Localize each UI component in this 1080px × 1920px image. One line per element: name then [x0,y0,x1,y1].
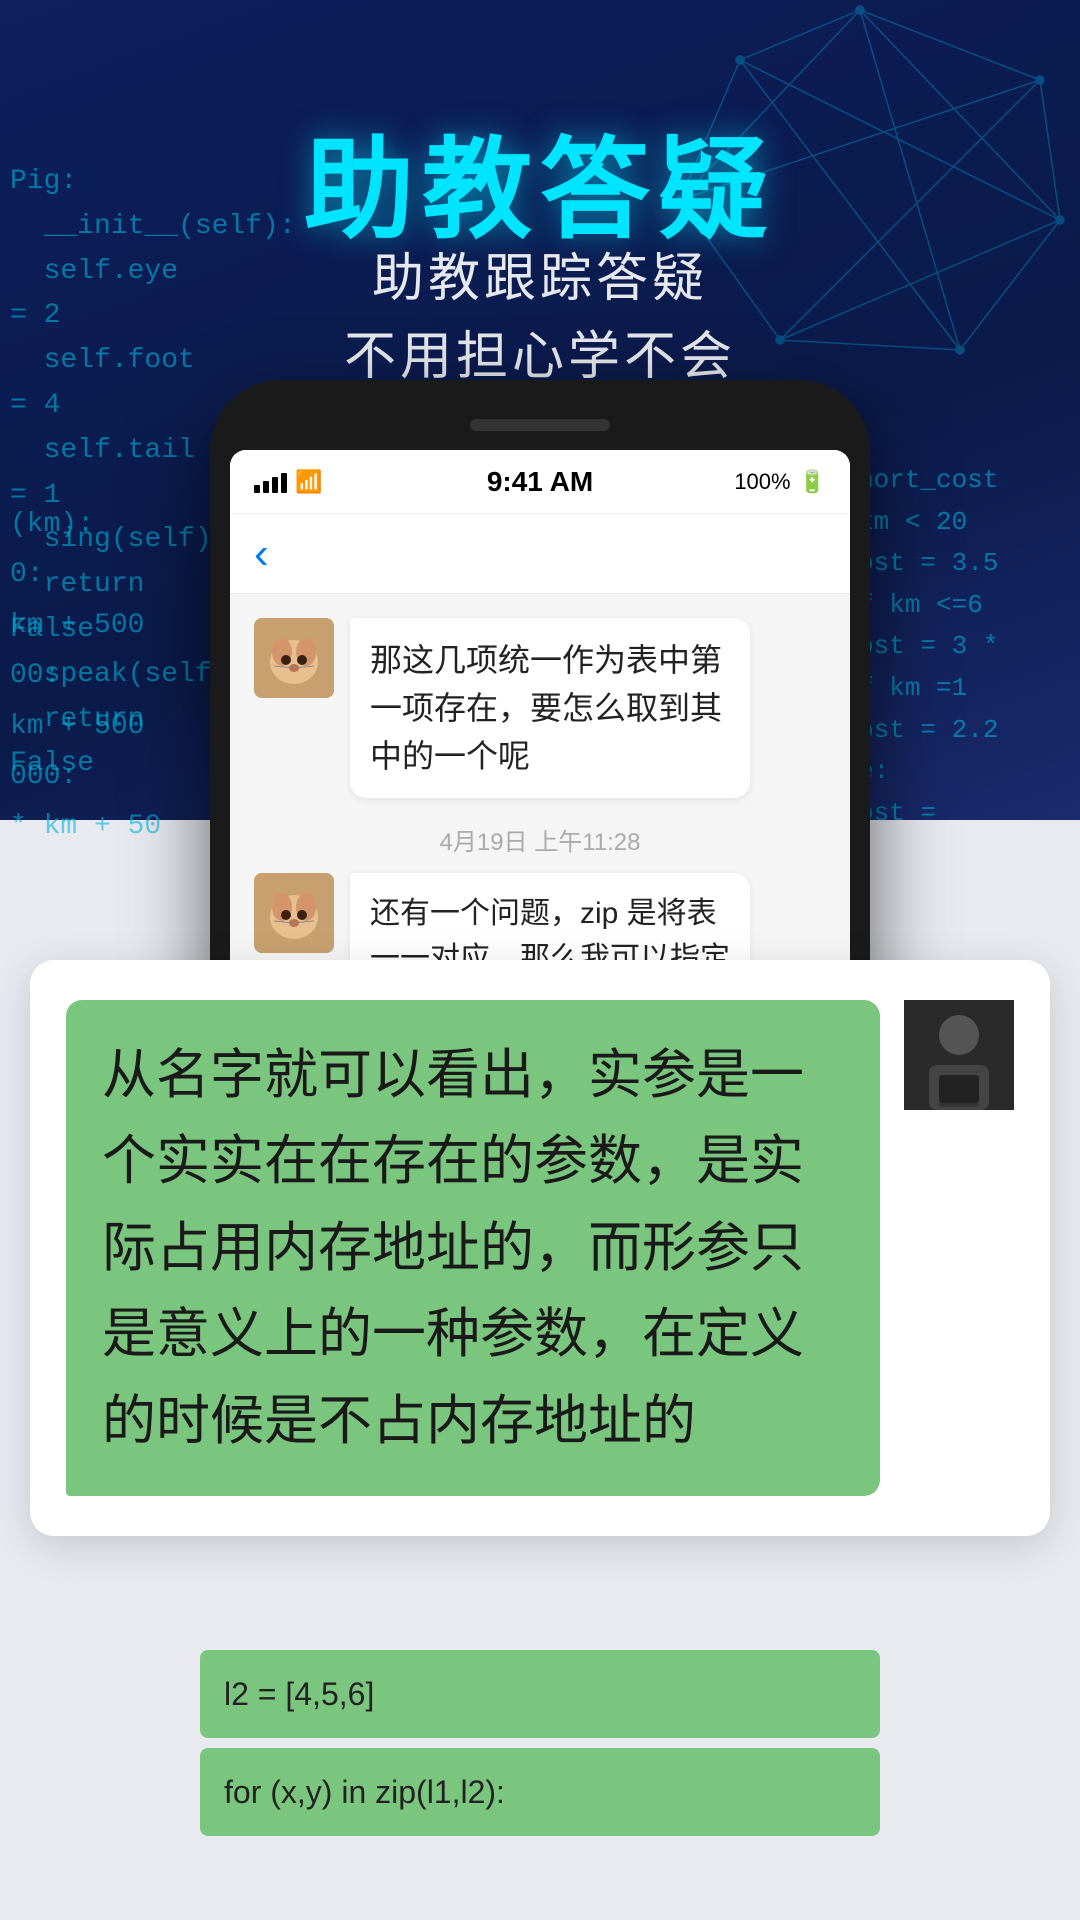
status-bar: 📶 9:41 AM 100% 🔋 [230,450,850,514]
cat-avatar-2 [254,873,334,953]
message-text-1: 那这几项统一作为表中第一项存在，要怎么取到其中的一个呢 [370,642,722,774]
chat-message-1: 那这几项统一作为表中第一项存在，要怎么取到其中的一个呢 [254,618,826,798]
cat-avatar-svg-2 [254,873,334,953]
subtitle-line1: 助教跟踪答疑 [0,240,1080,318]
signal-bar-2 [263,481,269,493]
signal-bar-1 [254,485,260,493]
user-avatar-1 [254,618,334,698]
cat-avatar-svg [254,618,334,698]
teacher-avatar-svg [904,1000,1014,1110]
teacher-message-text: 从名字就可以看出，实参是一个实实在在存在的参数，是实际占用内存地址的，而形参只是… [102,1045,804,1451]
code-decoration-left-bottom: (km): 0: km + 500 00: km + 500 000: * km… [0,500,220,853]
phone-speaker [470,419,610,431]
bottom-code-snippet: l2 = [4,5,6] for (x,y) in zip(l1,l2): [200,1650,880,1846]
subtitle-block: 助教跟踪答疑 不用担心学不会 [0,240,1080,396]
signal-icon [254,471,287,493]
back-button[interactable]: ‹ [254,529,269,579]
code-line1-text: l2 = [4,5,6] [224,1676,374,1712]
signal-bar-4 [281,473,287,493]
status-time: 9:41 AM [487,466,593,498]
nav-bar: ‹ [230,514,850,594]
message-bubble-1: 那这几项统一作为表中第一项存在，要怎么取到其中的一个呢 [350,618,750,798]
cat-avatar [254,618,334,698]
wifi-icon: 📶 [295,469,322,495]
main-title: 助教答疑 [0,100,1080,260]
teacher-avatar [904,1000,1014,1110]
battery-percent: 100% [734,469,790,495]
code-bubble-2: for (x,y) in zip(l1,l2): [200,1748,880,1836]
signal-bar-3 [272,477,278,493]
code-line2-text: for (x,y) in zip(l1,l2): [224,1774,505,1810]
user-avatar-2 [254,873,334,953]
battery-icon: 🔋 [799,469,826,495]
status-right: 100% 🔋 [734,469,826,495]
code-bubble-1: l2 = [4,5,6] [200,1650,880,1738]
phone-notch [230,400,850,450]
timestamp-1: 4月19日 上午11:28 [254,822,826,857]
teacher-message-bubble: 从名字就可以看出，实参是一个实实在在存在的参数，是实际占用内存地址的，而形参只是… [66,1000,880,1496]
chat-overlay-card: 从名字就可以看出，实参是一个实实在在存在的参数，是实际占用内存地址的，而形参只是… [30,960,1050,1536]
status-left: 📶 [254,469,322,495]
